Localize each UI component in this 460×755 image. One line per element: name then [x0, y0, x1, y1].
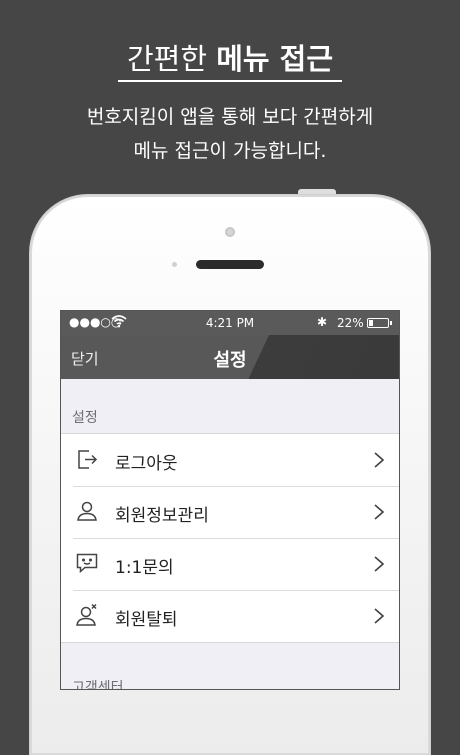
battery-tip: [390, 321, 392, 325]
phone-sensor: [172, 262, 177, 267]
headline-bold: 메뉴 접근: [216, 42, 334, 76]
promo-headline: 간편한 메뉴 접근: [0, 36, 460, 78]
list-item-label: 1:1문의: [115, 558, 174, 578]
chevron-right-icon: [373, 555, 385, 573]
phone-camera: [225, 227, 235, 237]
section-header-label: 고객센터: [72, 680, 124, 690]
user-icon: [75, 499, 99, 523]
headline-underline: [118, 80, 342, 82]
nav-title: 설정: [213, 350, 247, 371]
section-header-label: 설정: [72, 410, 98, 426]
status-bar: ●●●○○ 4:21 PM ✱ 22%: [61, 311, 399, 335]
promo-subtitle-line2: 메뉴 접근이 가능합니다.: [133, 140, 327, 162]
list-item-withdraw[interactable]: 회원탈퇴: [61, 590, 399, 642]
bluetooth-icon: ✱: [317, 315, 328, 329]
phone-speaker: [196, 260, 264, 269]
chevron-right-icon: [373, 607, 385, 625]
battery-percent: 22%: [337, 316, 364, 330]
list-item-label: 회원정보관리: [115, 506, 209, 526]
list-item-logout[interactable]: 로그아웃: [61, 434, 399, 486]
chat-icon: [75, 551, 99, 575]
battery-fill: [369, 320, 373, 326]
phone-screen: ●●●○○ 4:21 PM ✱ 22% 닫기 설정 설정 로그아웃 회원정보관리…: [60, 310, 400, 690]
logout-icon: [75, 447, 99, 471]
section-header-settings: 설정: [61, 391, 399, 426]
chevron-right-icon: [373, 503, 385, 521]
battery-icon: [367, 318, 389, 328]
headline-plain: 간편한: [126, 42, 217, 76]
chevron-right-icon: [373, 451, 385, 469]
promo-subtitle-line1: 번호지킴이 앱을 통해 보다 간편하게: [86, 106, 374, 128]
section-header-customer-center: 고객센터: [61, 661, 399, 690]
list-item-label: 회원탈퇴: [115, 610, 178, 630]
user-remove-icon: [75, 603, 99, 627]
settings-list: 로그아웃 회원정보관리 1:1문의 회원탈퇴: [61, 433, 399, 643]
nav-bar: 닫기 설정: [61, 335, 399, 379]
list-item-member-info[interactable]: 회원정보관리: [61, 486, 399, 538]
list-item-label: 로그아웃: [115, 454, 178, 474]
list-item-inquiry[interactable]: 1:1문의: [61, 538, 399, 590]
